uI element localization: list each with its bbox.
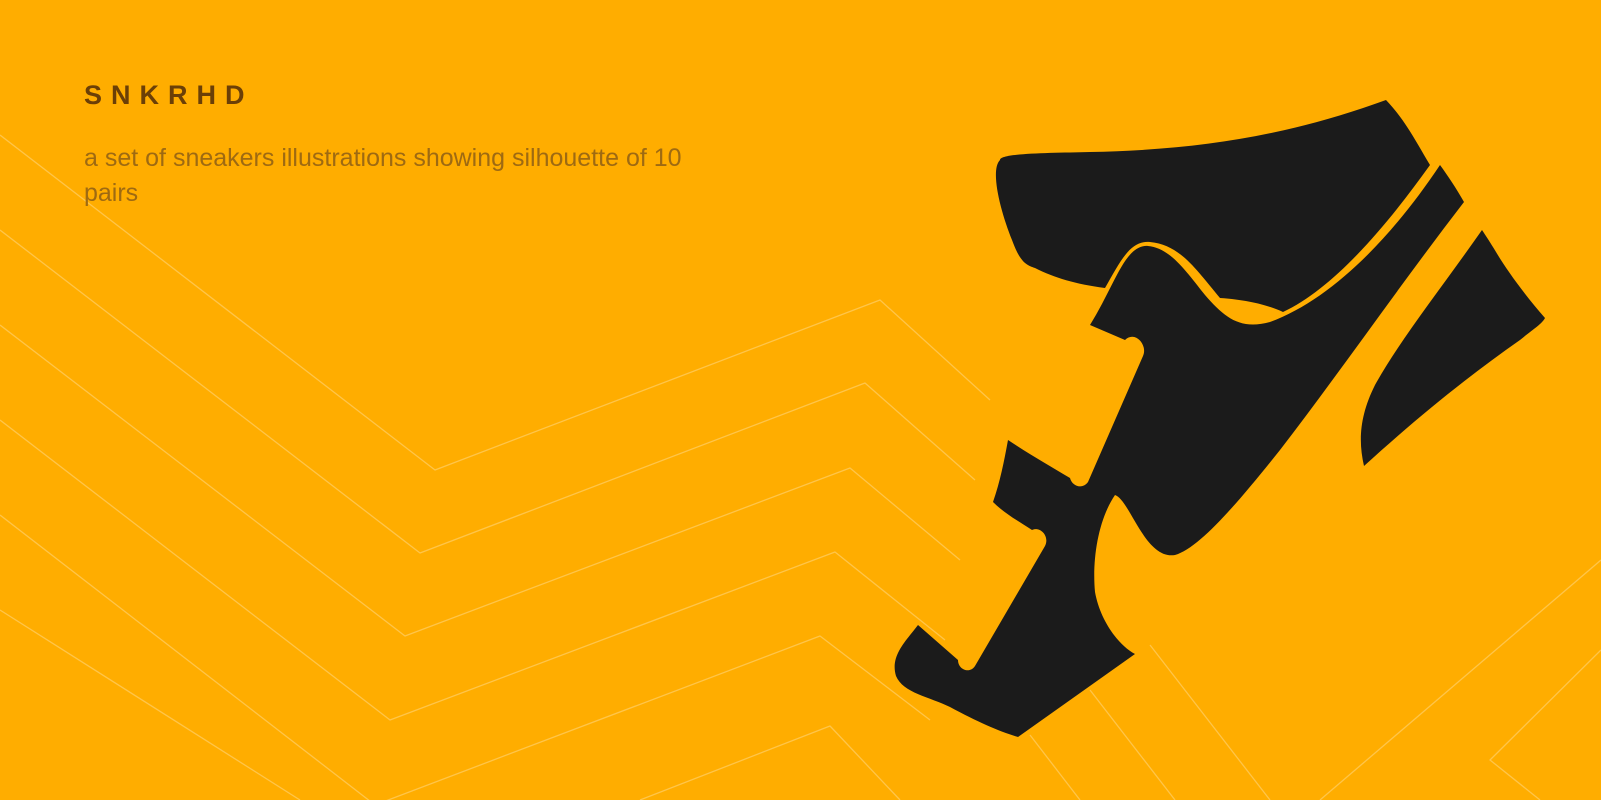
sneaker-silhouette-icon xyxy=(894,100,1545,737)
